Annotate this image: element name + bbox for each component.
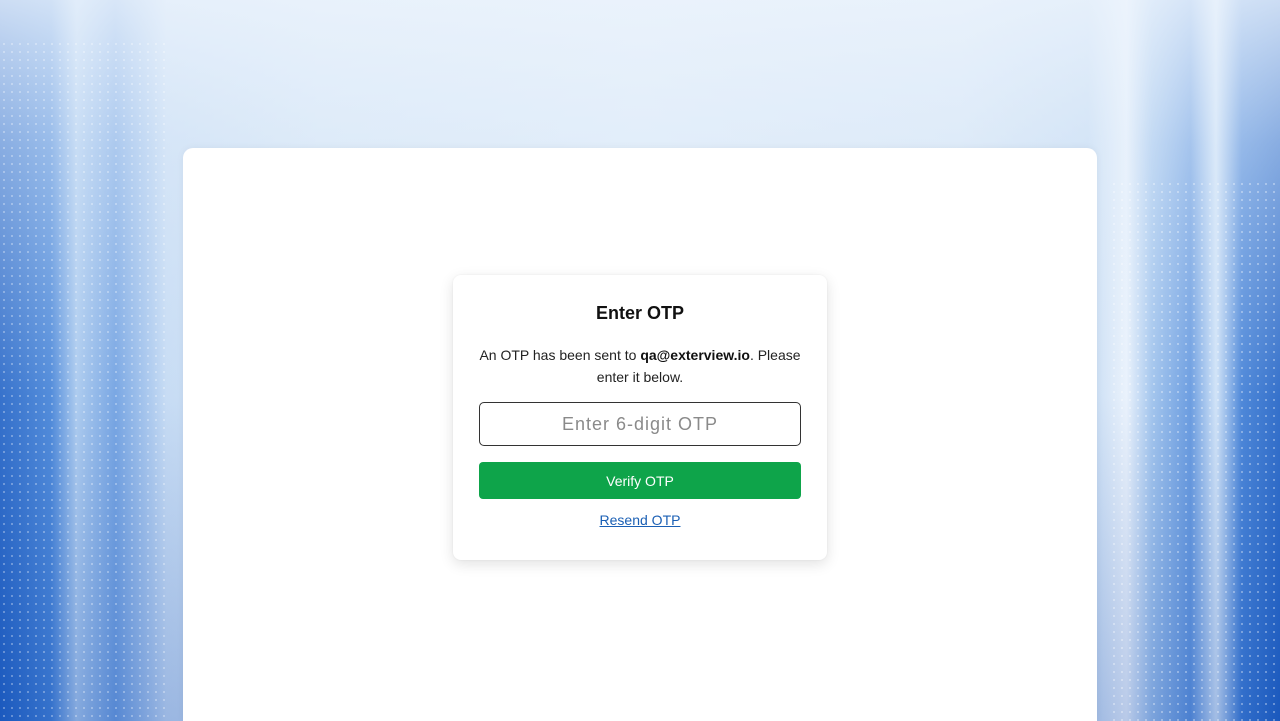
main-panel: Enter OTP An OTP has been sent to qa@ext… (183, 148, 1097, 721)
otp-email: qa@exterview.io (640, 347, 750, 363)
resend-otp-link[interactable]: Resend OTP (453, 512, 827, 528)
otp-input[interactable] (479, 402, 801, 446)
background-dots-left (0, 40, 170, 721)
verify-otp-button[interactable]: Verify OTP (479, 462, 801, 499)
otp-message: An OTP has been sent to qa@exterview.io.… (477, 344, 803, 388)
otp-message-prefix: An OTP has been sent to (479, 347, 641, 363)
otp-card: Enter OTP An OTP has been sent to qa@ext… (453, 275, 827, 560)
otp-title: Enter OTP (595, 303, 684, 323)
background-dots-right (1110, 180, 1280, 721)
